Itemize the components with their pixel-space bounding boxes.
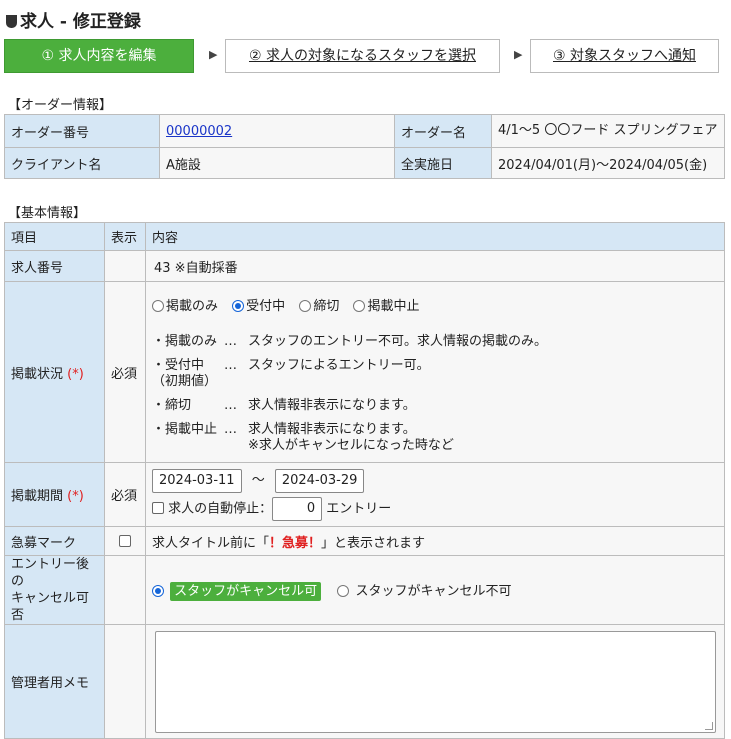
period-separator: ～ [251,472,265,488]
required-mark: (*) [67,366,84,382]
auto-stop-input[interactable]: 0 [272,496,323,521]
cancel-option-disallowed[interactable]: スタッフがキャンセル不可 [337,580,511,599]
cancel-content: スタッフがキャンセル可 スタッフがキャンセル不可 [145,555,725,625]
status-desc-accepting: ・受付中 （初期値） … スタッフによるエントリー可。 [152,358,430,389]
radio-icon[interactable] [353,300,366,312]
auto-stop-label: 求人の自動停止： [168,501,273,516]
urgent-badge: ！急募！ [269,535,322,551]
step-edit-content[interactable]: ① 求人内容を編集 [4,39,194,73]
dates-value: 2024/04/01(月)～2024/04/05(金) [491,147,725,179]
order-no-label: オーダー番号 [4,114,160,148]
basic-info-table: 項目 表示 内容 求人番号 43 ※自動採番 掲載状況 (*) 必須 掲載のみ … [4,222,725,739]
radio-selected-icon[interactable] [232,300,245,312]
order-name-label: オーダー名 [394,114,492,148]
bookmark-icon [6,15,17,28]
job-no-value: 43 ※自動採番 [145,250,725,282]
memo-display [104,624,146,739]
arrow-right-icon: ▶ [209,48,218,61]
status-content: 掲載のみ 受付中 締切 掲載中止 ・掲載のみ … スタッフのエントリー不可。求人… [145,281,725,463]
job-no-display [104,250,146,282]
step-notify-staff[interactable]: ③ 対象スタッフへ通知 [530,39,719,73]
status-label: 掲載状況 (*) [4,281,105,463]
memo-content [145,624,725,739]
header-item: 項目 [4,222,105,251]
status-option-accepting[interactable]: 受付中 [232,295,285,314]
required-mark: (*) [67,489,84,504]
radio-icon[interactable] [299,300,312,312]
period-start-input[interactable]: 2024-03-11 [152,468,242,493]
arrow-right-icon: ▶ [514,48,523,61]
urgent-label: 急募マーク [4,526,105,556]
basic-section-label: 【基本情報】 [8,206,87,221]
period-required: 必須 [104,462,146,527]
order-section-label: 【オーダー情報】 [8,98,113,113]
period-label: 掲載期間 (*) [4,462,105,527]
cancel-option-allowed[interactable]: スタッフがキャンセル可 [152,581,322,601]
step-select-staff[interactable]: ② 求人の対象になるスタッフを選択 [225,39,500,73]
order-name-value: 4/1～5 〇〇フード スプリングフェア [491,114,725,148]
period-content: 2024-03-11 ～ 2024-03-29 求人の自動停止： 0 エントリー [145,462,725,527]
client-label: クライアント名 [4,147,160,179]
resize-grip-icon[interactable] [704,721,713,730]
cancel-label: エントリー後の キャンセル可否 [4,555,105,625]
page-title: 求人 - 修正登録 [6,7,141,32]
status-desc-publish-only: ・掲載のみ … スタッフのエントリー不可。求人情報の掲載のみ。 [152,334,548,349]
order-no-cell: 00000002 [159,114,395,148]
status-desc-cancelled: ・掲載中止 … 求人情報非表示になります。 ※求人がキャンセルになった時など [152,422,454,453]
client-value: A施設 [159,147,395,179]
job-edit-page: 求人 - 修正登録 ① 求人内容を編集 ▶ ② 求人の対象になるスタッフを選択 … [0,0,731,739]
radio-icon[interactable] [337,584,350,597]
admin-memo-textarea[interactable] [154,630,716,733]
radio-selected-icon[interactable] [152,584,164,597]
memo-label: 管理者用メモ [4,624,105,739]
status-descriptions: ・掲載のみ … スタッフのエントリー不可。求人情報の掲載のみ。 ・受付中 （初期… [152,330,718,458]
auto-stop-unit: エントリー [326,501,392,516]
status-option-cancelled[interactable]: 掲載中止 [353,295,419,314]
cancel-display [104,555,146,625]
urgent-checkbox[interactable] [119,534,131,547]
job-no-label: 求人番号 [4,250,105,282]
urgent-content: 求人タイトル前に「！急募！」と表示されます [145,526,725,556]
status-desc-closed: ・締切 … 求人情報非表示になります。 [152,398,416,413]
auto-stop-checkbox[interactable] [152,502,164,514]
status-option-closed[interactable]: 締切 [299,295,339,314]
period-end-input[interactable]: 2024-03-29 [274,468,365,493]
header-content: 内容 [145,222,725,251]
order-no-link[interactable]: 00000002 [166,124,232,139]
order-info-table: オーダー番号 00000002 オーダー名 4/1～5 〇〇フード スプリングフ… [4,114,725,179]
status-required: 必須 [104,281,146,463]
urgent-display [104,526,146,556]
step-navigation: ① 求人内容を編集 ▶ ② 求人の対象になるスタッフを選択 ▶ ③ 対象スタッフ… [4,39,727,73]
header-display: 表示 [104,222,146,251]
dates-label: 全実施日 [394,147,492,179]
radio-icon[interactable] [152,300,164,312]
status-option-publish-only[interactable]: 掲載のみ [152,295,218,314]
status-radio-group: 掲載のみ 受付中 締切 掲載中止 [152,295,718,314]
